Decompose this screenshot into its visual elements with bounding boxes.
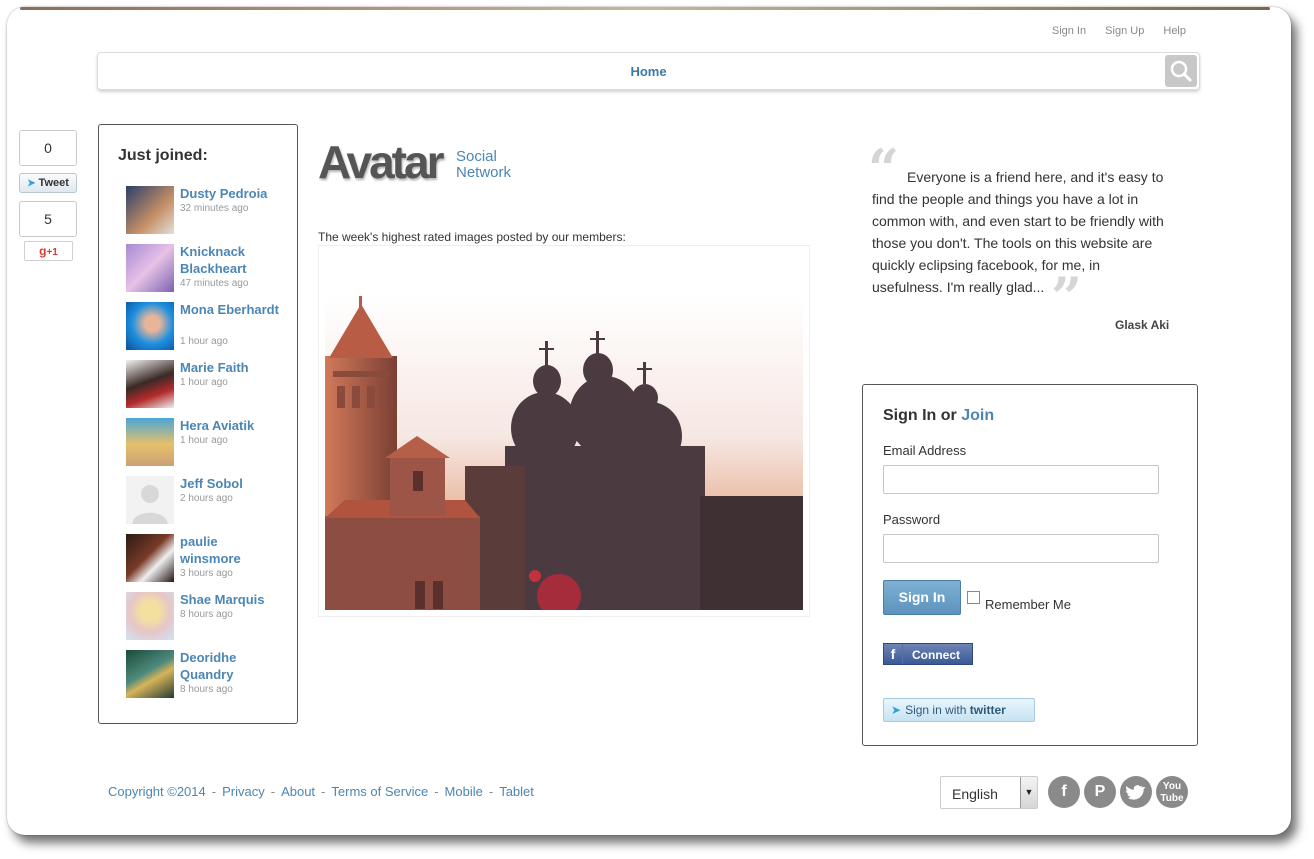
- member-name[interactable]: Deoridhe Quandry: [180, 649, 280, 683]
- gplus-label: +1: [46, 247, 58, 258]
- email-field[interactable]: [883, 465, 1159, 494]
- search-button[interactable]: [1165, 55, 1197, 87]
- member-time: 1 hour ago: [180, 336, 228, 347]
- testimonial-body: Everyone is a friend here, and it's easy…: [872, 169, 1164, 295]
- just-joined-title: Just joined:: [118, 147, 208, 164]
- email-label: Email Address: [883, 443, 967, 458]
- sign-in-button[interactable]: Sign In: [883, 580, 961, 615]
- footer-link-privacy[interactable]: Privacy: [222, 784, 265, 799]
- facebook-connect-label: Connect: [912, 648, 960, 662]
- facebook-connect-button[interactable]: f Connect: [883, 643, 973, 665]
- remember-me-label: Remember Me: [985, 597, 1071, 612]
- close-quote-icon: ”: [1051, 265, 1083, 329]
- pinterest-icon[interactable]: P: [1084, 776, 1116, 808]
- nav-home-link[interactable]: Home: [98, 64, 1199, 79]
- twitter-signin-button[interactable]: ➤ Sign in with twitter: [883, 698, 1035, 722]
- search-icon: [1170, 60, 1192, 82]
- logo-sub-line2: Network: [456, 164, 512, 181]
- member-avatar[interactable]: [126, 244, 174, 292]
- member-name[interactable]: Shae Marquis: [180, 591, 280, 608]
- logo-sub: Social Network: [456, 149, 511, 181]
- site-logo[interactable]: Avatar Social Network: [318, 136, 511, 188]
- twitter-icon[interactable]: [1120, 776, 1152, 808]
- member-name[interactable]: Marie Faith: [180, 359, 280, 376]
- member-avatar[interactable]: [126, 534, 174, 582]
- member-avatar[interactable]: [126, 302, 174, 350]
- footer-links: Copyright ©2014- Privacy - About - Terms of S…: [108, 784, 534, 799]
- member-name[interactable]: Dusty Pedroia: [180, 185, 280, 202]
- member-name[interactable]: Mona Eberhardt: [180, 301, 280, 318]
- member-name[interactable]: paulie winsmore: [180, 533, 280, 567]
- member-avatar[interactable]: [126, 650, 174, 698]
- signin-title-text: Sign In or: [883, 407, 957, 424]
- footer-link-terms[interactable]: Terms of Service: [331, 784, 428, 799]
- member-avatar[interactable]: [126, 592, 174, 640]
- twitter-bird-icon: [1126, 785, 1146, 800]
- facebook-icon[interactable]: f: [1048, 776, 1080, 808]
- signin-title: Sign In or Join: [883, 407, 994, 425]
- top-strip: [20, 7, 1270, 10]
- language-value: English: [952, 786, 998, 802]
- join-link[interactable]: Join: [961, 407, 994, 424]
- member-time: 8 hours ago: [180, 609, 233, 620]
- featured-image[interactable]: [325, 296, 803, 610]
- language-select[interactable]: English ▼: [940, 776, 1038, 809]
- rated-images-caption: The week's highest rated images posted b…: [318, 230, 626, 244]
- facebook-icon: f: [884, 644, 903, 664]
- member-time: 47 minutes ago: [180, 278, 249, 289]
- tweet-label: Tweet: [38, 177, 69, 189]
- help-link[interactable]: Help: [1163, 25, 1186, 37]
- logo-main: Avatar: [318, 136, 444, 188]
- member-time: 3 hours ago: [180, 568, 233, 579]
- gplus-count: 5: [19, 201, 77, 237]
- member-time: 1 hour ago: [180, 377, 228, 388]
- footer-link-tablet[interactable]: Tablet: [499, 784, 534, 799]
- chevron-down-icon[interactable]: ▼: [1020, 777, 1037, 808]
- copyright-text: Copyright ©2014: [108, 784, 206, 799]
- password-field[interactable]: [883, 534, 1159, 563]
- testimonial-author: Glask Aki: [1115, 318, 1170, 332]
- gplus-button[interactable]: g+1: [24, 241, 73, 261]
- member-time: 32 minutes ago: [180, 203, 249, 214]
- just-joined-panel: Just joined: Dusty Pedroia 32 minutes ag…: [98, 124, 298, 724]
- member-name[interactable]: Hera Aviatik: [180, 417, 280, 434]
- youtube-icon[interactable]: You Tube: [1156, 776, 1188, 808]
- password-label: Password: [883, 512, 941, 527]
- member-time: 8 hours ago: [180, 684, 233, 695]
- member-avatar[interactable]: [126, 418, 174, 466]
- member-time: 1 hour ago: [180, 435, 228, 446]
- member-name[interactable]: Jeff Sobol: [180, 475, 280, 492]
- footer-link-mobile[interactable]: Mobile: [445, 784, 483, 799]
- twitter-brand: twitter: [969, 703, 1006, 717]
- testimonial-text: Everyone is a friend here, and it's easy…: [872, 166, 1167, 298]
- featured-image-frame: [318, 245, 810, 617]
- tweet-count: 0: [19, 130, 77, 166]
- venice-cathedral-image: [325, 296, 803, 610]
- top-links: Sign In Sign Up Help: [1036, 25, 1186, 37]
- twitter-signin-prefix: Sign in with: [905, 703, 967, 717]
- logo-sub-line1: Social: [456, 148, 497, 165]
- footer-link-about[interactable]: About: [281, 784, 315, 799]
- member-name[interactable]: Knicknack Blackheart: [180, 243, 280, 277]
- member-avatar[interactable]: [126, 360, 174, 408]
- tweet-button[interactable]: ➤ Tweet: [19, 173, 77, 193]
- signin-panel: Sign In or Join Email Address Password S…: [862, 384, 1198, 746]
- member-time: 2 hours ago: [180, 493, 233, 504]
- twitter-bird-icon: ➤: [891, 703, 902, 717]
- member-avatar[interactable]: [126, 186, 174, 234]
- sign-up-link[interactable]: Sign Up: [1105, 25, 1144, 37]
- member-avatar[interactable]: [126, 476, 174, 524]
- sign-in-link[interactable]: Sign In: [1052, 25, 1086, 37]
- default-avatar-icon: [132, 485, 168, 524]
- twitter-bird-icon: ➤: [27, 178, 36, 189]
- remember-me-checkbox[interactable]: [967, 591, 980, 604]
- main-nav: Home: [97, 52, 1200, 90]
- remember-me[interactable]: Remember Me: [967, 591, 1071, 612]
